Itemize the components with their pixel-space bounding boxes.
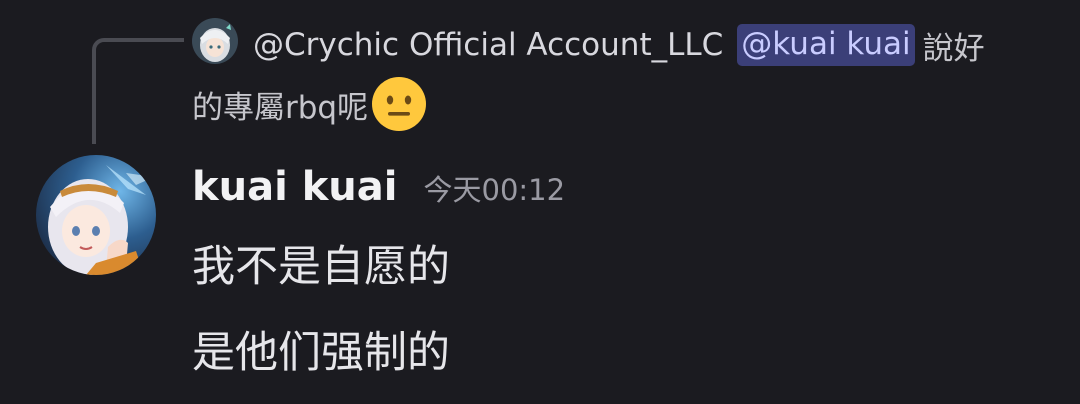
reply-author-avatar[interactable] bbox=[192, 18, 238, 64]
reply-text-end: 的專屬rbq呢 bbox=[192, 89, 369, 126]
message-line-2: 是他们强制的 bbox=[192, 328, 450, 378]
message-line-1: 我不是自愿的 bbox=[192, 242, 450, 292]
message-author-avatar[interactable] bbox=[36, 155, 156, 275]
neutral-face-emoji-icon bbox=[370, 75, 428, 133]
user-mention[interactable]: @kuai kuai bbox=[737, 24, 915, 66]
message-header: kuai kuai 今天00:12 bbox=[192, 164, 565, 220]
reply-connector-line bbox=[92, 38, 184, 144]
anime-avatar-icon bbox=[36, 155, 156, 275]
reply-author-name[interactable]: @Crychic Official Account_LLC bbox=[253, 27, 723, 63]
message-timestamp[interactable]: 今天00:12 bbox=[424, 167, 566, 209]
chat-view: @Crychic Official Account_LLC @kuai kuai… bbox=[0, 0, 1080, 404]
message-author-name[interactable]: kuai kuai bbox=[192, 164, 398, 210]
reply-text-start: 說好 bbox=[922, 30, 985, 67]
reply-preview-line-2[interactable]: 的專屬rbq呢 bbox=[192, 76, 428, 132]
anime-avatar-small-icon bbox=[192, 18, 238, 64]
reply-preview-line[interactable]: @Crychic Official Account_LLC @kuai kuai… bbox=[253, 22, 985, 68]
